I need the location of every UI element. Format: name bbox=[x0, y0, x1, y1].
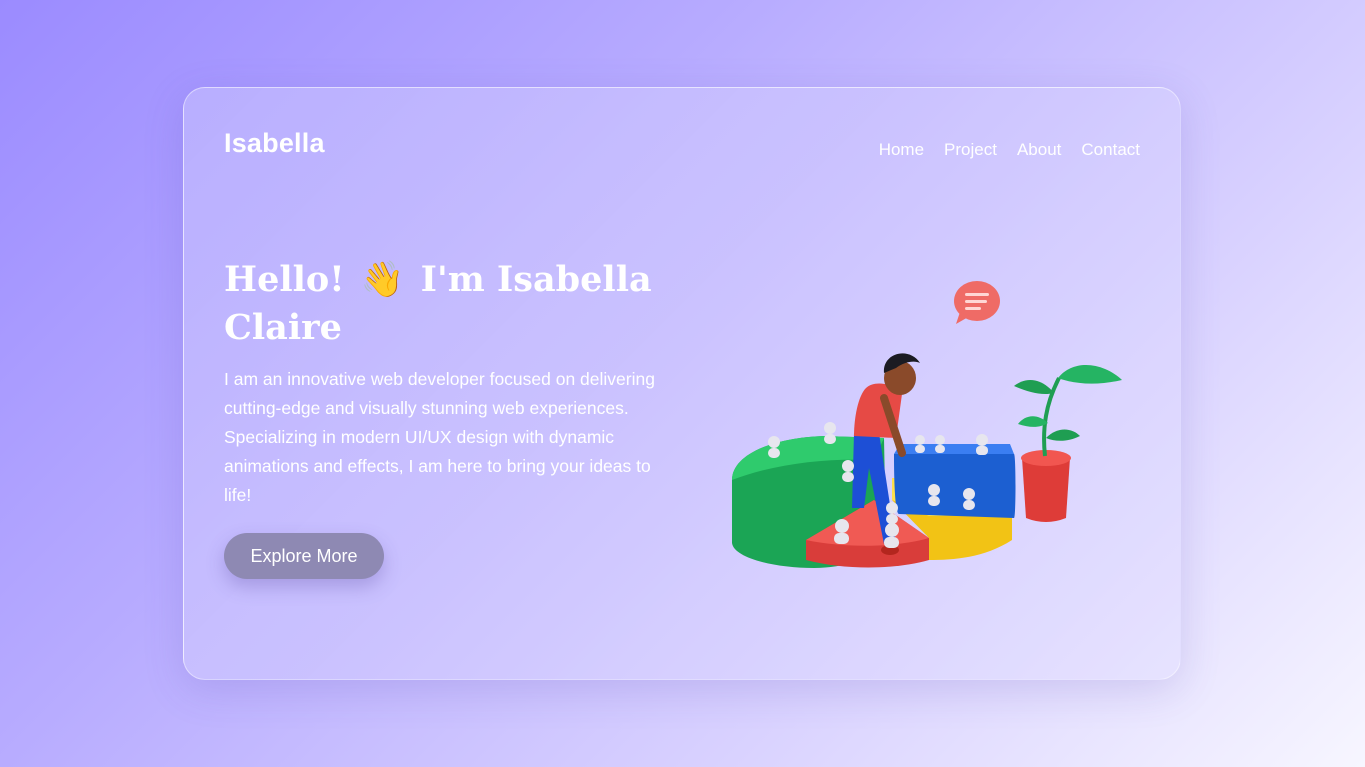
explore-more-button[interactable]: Explore More bbox=[224, 533, 384, 579]
woman-with-3d-pie-chart-illustration bbox=[732, 281, 1122, 568]
hero-card: Isabella Home Project About Contact Hell… bbox=[183, 87, 1181, 680]
potted-plant-icon bbox=[1014, 365, 1122, 522]
main-nav: Home Project About Contact bbox=[879, 140, 1140, 160]
hero-title-greeting: Hello! bbox=[224, 259, 345, 300]
hero-title: Hello! 👋 I'm Isabella Claire bbox=[224, 256, 664, 352]
nav-link-home[interactable]: Home bbox=[879, 140, 924, 160]
hero-description: I am an innovative web developer focused… bbox=[224, 369, 655, 505]
blue-bar-block bbox=[894, 444, 1016, 518]
nav-link-about[interactable]: About bbox=[1017, 140, 1061, 160]
chat-bubble-icon bbox=[954, 281, 1000, 324]
site-logo[interactable]: Isabella bbox=[224, 128, 325, 159]
nav-link-project[interactable]: Project bbox=[944, 140, 997, 160]
waving-hand-icon: 👋 bbox=[360, 260, 405, 300]
nav-link-contact[interactable]: Contact bbox=[1081, 140, 1140, 160]
